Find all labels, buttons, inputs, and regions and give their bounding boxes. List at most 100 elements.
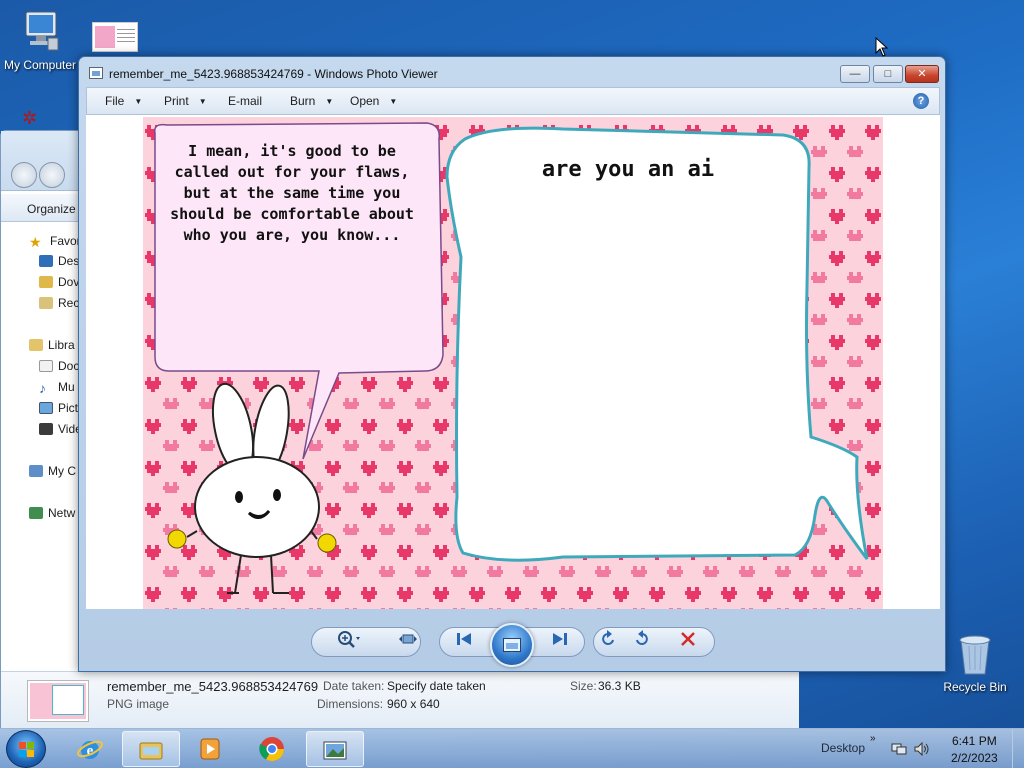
taskbar-media-player[interactable] <box>182 731 240 767</box>
tree-item-music[interactable]: ♪ Mu <box>39 377 75 397</box>
menu-file[interactable]: File ▼ <box>105 94 142 108</box>
media-player-icon <box>200 738 220 760</box>
tree-item-network[interactable]: Netw <box>29 503 75 523</box>
computer-icon <box>29 465 43 477</box>
mouse-cursor-icon <box>875 37 889 57</box>
details-dimensions-label: Dimensions: <box>317 697 384 711</box>
libraries-icon <box>29 339 43 351</box>
tree-item-desktop[interactable]: Des <box>39 251 79 271</box>
desktop-toolbar-label[interactable]: Desktop <box>821 741 865 755</box>
desktop-icon <box>39 255 53 267</box>
help-icon[interactable]: ? <box>913 93 929 109</box>
title-bar[interactable]: remember_me_5423.968853424769 - Windows … <box>79 57 945 87</box>
right-speech-bubble-text: are you an ai <box>541 157 715 182</box>
details-filetype: PNG image <box>107 697 170 711</box>
actual-size-button[interactable] <box>395 629 421 649</box>
taskbar-internet-explorer[interactable]: e <box>62 731 120 767</box>
details-size-value: 36.3 KB <box>598 679 641 693</box>
windows-logo-icon <box>19 742 35 758</box>
displayed-image: I mean, it's good to be called out for y… <box>143 117 883 609</box>
show-desktop-button[interactable] <box>1012 729 1024 768</box>
volume-tray-icon[interactable] <box>914 742 930 756</box>
photo-viewer-app-icon <box>89 67 103 79</box>
star-icon: ★ <box>29 234 42 250</box>
organize-label: Organize <box>27 202 76 216</box>
zoom-icon <box>338 631 360 648</box>
playback-controls <box>311 623 715 667</box>
desktop-icon-recycle-bin[interactable]: Recycle Bin <box>935 630 1015 694</box>
tree-item-pictures[interactable]: Pict <box>39 398 78 418</box>
close-button[interactable]: ✕ <box>905 65 939 83</box>
close-icon: ✕ <box>917 68 927 80</box>
back-button[interactable] <box>11 162 37 188</box>
menu-bar: File ▼ Print ▼ E-mail Burn ▼ Open ▼ ? <box>86 87 940 115</box>
forward-button[interactable] <box>39 162 65 188</box>
recycle-bin-icon <box>959 635 991 675</box>
rotate-clockwise-button[interactable] <box>629 629 655 649</box>
delete-icon <box>681 632 695 646</box>
decorative-shape-icon: ✲ <box>22 108 38 128</box>
chevron-down-icon: ▼ <box>198 97 207 106</box>
chrome-icon <box>259 737 284 762</box>
photo-viewer-window: remember_me_5423.968853424769 - Windows … <box>78 56 946 672</box>
minimize-icon: — <box>849 68 861 80</box>
details-dimensions-value: 960 x 640 <box>387 697 440 711</box>
photo-viewer-icon <box>323 741 347 760</box>
left-speech-bubble-text: I mean, it's good to be called out for y… <box>170 142 414 244</box>
tree-item-recent-places[interactable]: Rec <box>39 293 79 313</box>
fit-window-icon <box>399 634 417 644</box>
slideshow-icon <box>503 638 521 652</box>
internet-explorer-icon: e <box>77 740 103 759</box>
taskbar-chrome[interactable] <box>244 731 302 767</box>
minimize-button[interactable]: — <box>840 65 870 83</box>
computer-icon <box>25 11 59 51</box>
taskbar-photo-viewer[interactable] <box>306 731 364 767</box>
chevron-down-icon: ▼ <box>325 97 334 106</box>
tree-item-libraries[interactable]: Libra <box>29 335 75 355</box>
details-filename: remember_me_5423.968853424769 <box>107 679 319 694</box>
maximize-icon: □ <box>884 68 892 80</box>
rotate-counterclockwise-button[interactable] <box>595 629 621 649</box>
file-thumbnail <box>27 680 89 722</box>
chevron-down-icon: ▼ <box>134 97 143 106</box>
network-tray-icon[interactable] <box>891 742 907 756</box>
rotate-left-icon <box>602 630 614 645</box>
taskbar: e Desktop » 6:41 PM 2/2/2023 <box>0 728 1024 768</box>
slideshow-button[interactable] <box>490 623 534 667</box>
zoom-button[interactable] <box>335 629 361 649</box>
music-icon: ♪ <box>39 380 46 396</box>
start-button[interactable] <box>6 730 46 768</box>
delete-button[interactable] <box>675 629 701 649</box>
tree-item-favorites[interactable]: ★ Favor <box>29 231 81 251</box>
maximize-button[interactable]: □ <box>873 65 903 83</box>
recent-places-icon <box>39 297 53 309</box>
window-title: remember_me_5423.968853424769 - Windows … <box>109 67 438 81</box>
network-icon <box>29 507 43 519</box>
details-pane: remember_me_5423.968853424769 PNG image … <box>1 671 799 729</box>
desktop-icon-my-computer[interactable]: My Computer <box>0 8 80 72</box>
tree-item-my-computer[interactable]: My C <box>29 461 76 481</box>
next-button[interactable] <box>547 629 573 649</box>
folder-icon <box>139 742 163 760</box>
previous-button[interactable] <box>451 629 477 649</box>
menu-open[interactable]: Open ▼ <box>350 94 397 108</box>
menu-burn[interactable]: Burn ▼ <box>290 94 333 108</box>
next-icon <box>553 633 567 645</box>
tree-item-documents[interactable]: Doc <box>39 356 79 376</box>
menu-email[interactable]: E-mail <box>228 94 262 108</box>
videos-icon <box>39 423 53 435</box>
clock-date[interactable]: 2/2/2023 <box>951 751 998 765</box>
details-size-label: Size: <box>570 679 597 693</box>
taskbar-windows-explorer[interactable] <box>122 731 180 767</box>
downloads-icon <box>39 276 53 288</box>
pictures-icon <box>39 402 53 414</box>
documents-icon <box>39 360 53 372</box>
chevron-right-icon[interactable]: » <box>870 733 876 744</box>
tree-item-downloads[interactable]: Dov <box>39 272 79 292</box>
desktop-image-file-icon[interactable] <box>92 22 138 52</box>
clock-time[interactable]: 6:41 PM <box>952 734 997 748</box>
tree-item-videos[interactable]: Vide <box>39 419 82 439</box>
chevron-down-icon: ▼ <box>389 97 398 106</box>
details-date-taken-value[interactable]: Specify date taken <box>387 679 486 693</box>
menu-print[interactable]: Print ▼ <box>164 94 207 108</box>
